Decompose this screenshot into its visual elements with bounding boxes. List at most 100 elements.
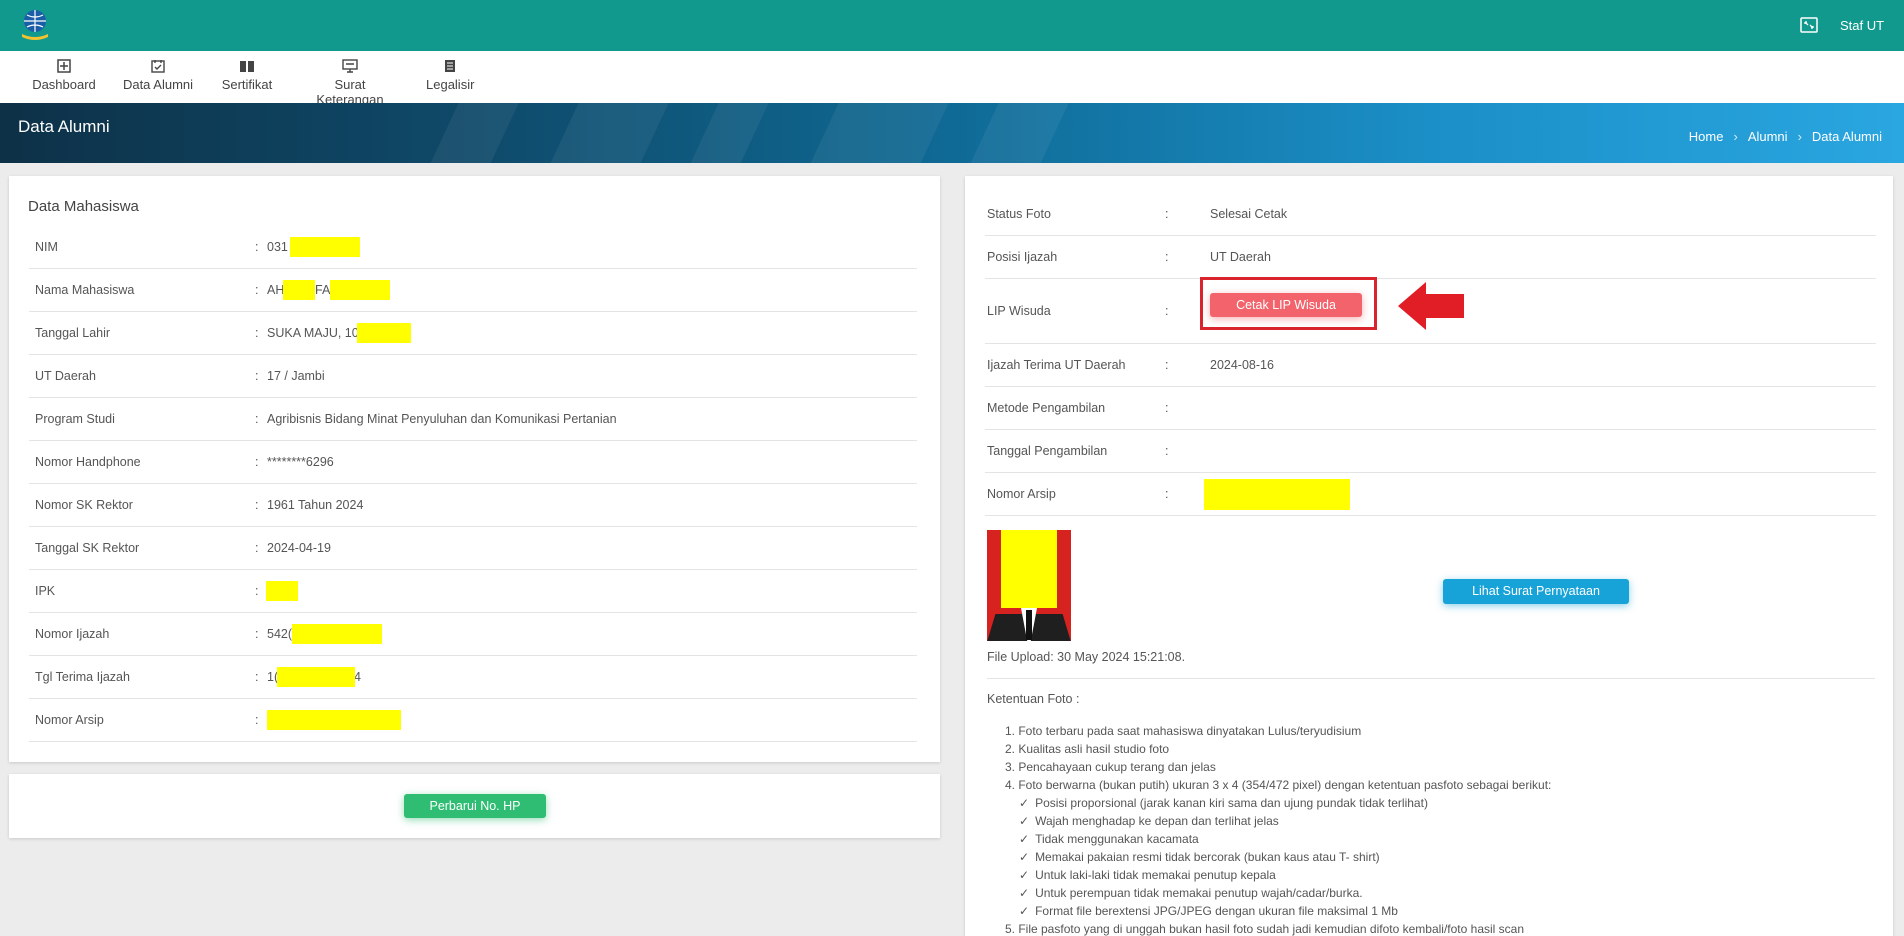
redaction-block [267,710,401,730]
user-menu[interactable]: Staf UT [1840,18,1884,33]
row-value: AH [267,283,285,297]
card-title: Data Mahasiswa [28,198,139,215]
row-colon: : [255,369,259,383]
row-value: 2024-08-16 [1210,358,1274,372]
row-colon: : [255,283,259,297]
sub-rule-item: ✓ Posisi proporsional (jarak kanan kiri s… [1019,796,1428,810]
row-label: LIP Wisuda [987,304,1051,318]
file-upload-info: File Upload: 30 May 2024 15:21:08. [987,650,1186,664]
check-icon: ✓ [1019,868,1030,882]
info-row: Tanggal SK Rektor:2024-04-19 [29,527,917,570]
page-header-banner: Data Alumni Home › Alumni › Data Alumni [0,103,1904,163]
sub-rule-item: ✓ Tidak menggunakan kacamata [1019,832,1199,846]
sub-rule-item: ✓ Memakai pakaian resmi tidak bercorak (b… [1019,850,1380,864]
row-value: 2024-04-19 [267,541,331,555]
info-row: Tanggal Lahir: SUKA MAJU, 10, [29,312,917,355]
row-colon: : [1165,444,1169,458]
row-colon: : [1165,304,1169,318]
row-value: UT Daerah [1210,250,1271,264]
red-arrow-icon [1398,282,1464,330]
row-label: UT Daerah [35,369,96,383]
row-colon: : [255,627,259,641]
calendar-check-icon [151,60,165,73]
info-row: Tgl Terima Ijazah:1(4 [29,656,917,699]
update-hp-card: Perbarui No. HP [9,774,940,838]
info-row: Nomor Handphone: ********6296 [29,441,917,484]
lihat-surat-pernyataan-button[interactable]: Lihat Surat Pernyataan [1443,579,1629,604]
status-row: Ijazah Terima UT Daerah: 2024-08-16 [985,344,1876,387]
info-row: NIM:031 [29,226,917,269]
info-row: Nomor Arsip: [29,699,917,742]
rule-item: 3. Pencahayaan cukup terang dan jelas [1005,760,1216,774]
check-icon: ✓ [1019,814,1030,828]
page-title: Data Alumni [18,117,110,136]
sub-rule-item: ✓ Format file berextensi JPG/JPEG dengan … [1019,904,1398,918]
main-nav: Dashboard Data Alumni Sertifikat Surat K… [0,51,1904,107]
redaction-block [357,323,411,343]
redaction-block [330,280,390,300]
fullscreen-icon[interactable] [1800,16,1818,34]
dashboard-icon [57,59,71,73]
row-value: 542( [267,627,293,641]
breadcrumb-home[interactable]: Home [1689,129,1724,144]
redaction-block [277,667,355,687]
breadcrumb-current: Data Alumni [1811,129,1882,144]
row-label: Nomor Arsip [35,713,104,727]
row-colon: : [255,498,259,512]
top-bar: Staf UT [0,0,1904,51]
perbarui-hp-button[interactable]: Perbarui No. HP [404,794,546,818]
nav-label: Legalisir [426,77,475,92]
row-label: IPK [35,584,56,598]
ketentuan-list: 1. Foto terbaru pada saat mahasiswa diny… [1005,722,1551,936]
info-row: Nomor Ijazah:542( [29,613,917,656]
ut-logo-icon[interactable] [18,8,52,44]
row-label: Nomor Ijazah [35,627,110,641]
info-row: Program Studi: Agribisnis Bidang Minat Pe… [29,398,917,441]
nav-label: Sertifikat [221,77,273,92]
breadcrumb-alumni[interactable]: Alumni [1748,129,1788,144]
nav-sertifikat[interactable]: Sertifikat [220,59,274,92]
nav-dashboard[interactable]: Dashboard [32,59,96,92]
status-row: Status Foto: Selesai Cetak [985,193,1876,236]
info-row: Nomor SK Rektor:1961 Tahun 2024 [29,484,917,527]
nav-label: Data Alumni [122,77,194,92]
row-label: Nomor Arsip [987,487,1056,501]
nav-data-alumni[interactable]: Data Alumni [122,59,194,92]
row-colon: : [1165,250,1169,264]
row-colon: : [1165,487,1169,501]
row-value: 031 [267,240,288,254]
status-row: Posisi Ijazah: UT Daerah [985,236,1876,279]
status-row: Metode Pengambilan: [985,387,1876,430]
row-label: Status Foto [987,207,1051,221]
cetak-lip-wisuda-button[interactable]: Cetak LIP Wisuda [1210,293,1362,317]
divider [987,678,1875,679]
rule-item: 1. Foto terbaru pada saat mahasiswa diny… [1005,724,1362,738]
row-colon: : [255,670,259,684]
row-value: 1961 Tahun 2024 [267,498,364,512]
row-label: Nama Mahasiswa [35,283,135,297]
redaction-block [290,237,360,257]
row-label: Tanggal Pengambilan [987,444,1108,458]
check-icon: ✓ [1019,850,1030,864]
row-label: Metode Pengambilan [987,401,1106,415]
document-icon [445,60,455,72]
info-row: Nama Mahasiswa: AH FA [29,269,917,312]
nav-legalisir[interactable]: Legalisir [426,59,474,92]
nav-surat-keterangan[interactable]: Surat Keterangan [300,59,400,107]
row-colon: : [255,584,259,598]
sub-rule-item: ✓ Untuk laki-laki tidak memakai penutup k… [1019,868,1276,882]
row-colon: : [255,713,259,727]
row-value: ********6296 [267,455,334,469]
row-colon: : [1165,358,1169,372]
status-row: Tanggal Pengambilan: [985,430,1876,473]
info-row: IPK: [29,570,917,613]
row-label: Nomor Handphone [35,455,141,469]
redaction-block [1204,479,1350,510]
row-value: Selesai Cetak [1210,207,1288,221]
row-label: Nomor SK Rektor [35,498,133,512]
row-colon: : [255,326,259,340]
check-icon: ✓ [1019,832,1030,846]
row-colon: : [1165,207,1169,221]
check-icon: ✓ [1019,796,1030,810]
sub-rule-item: ✓ Wajah menghadap ke depan dan terlihat j… [1019,814,1279,828]
